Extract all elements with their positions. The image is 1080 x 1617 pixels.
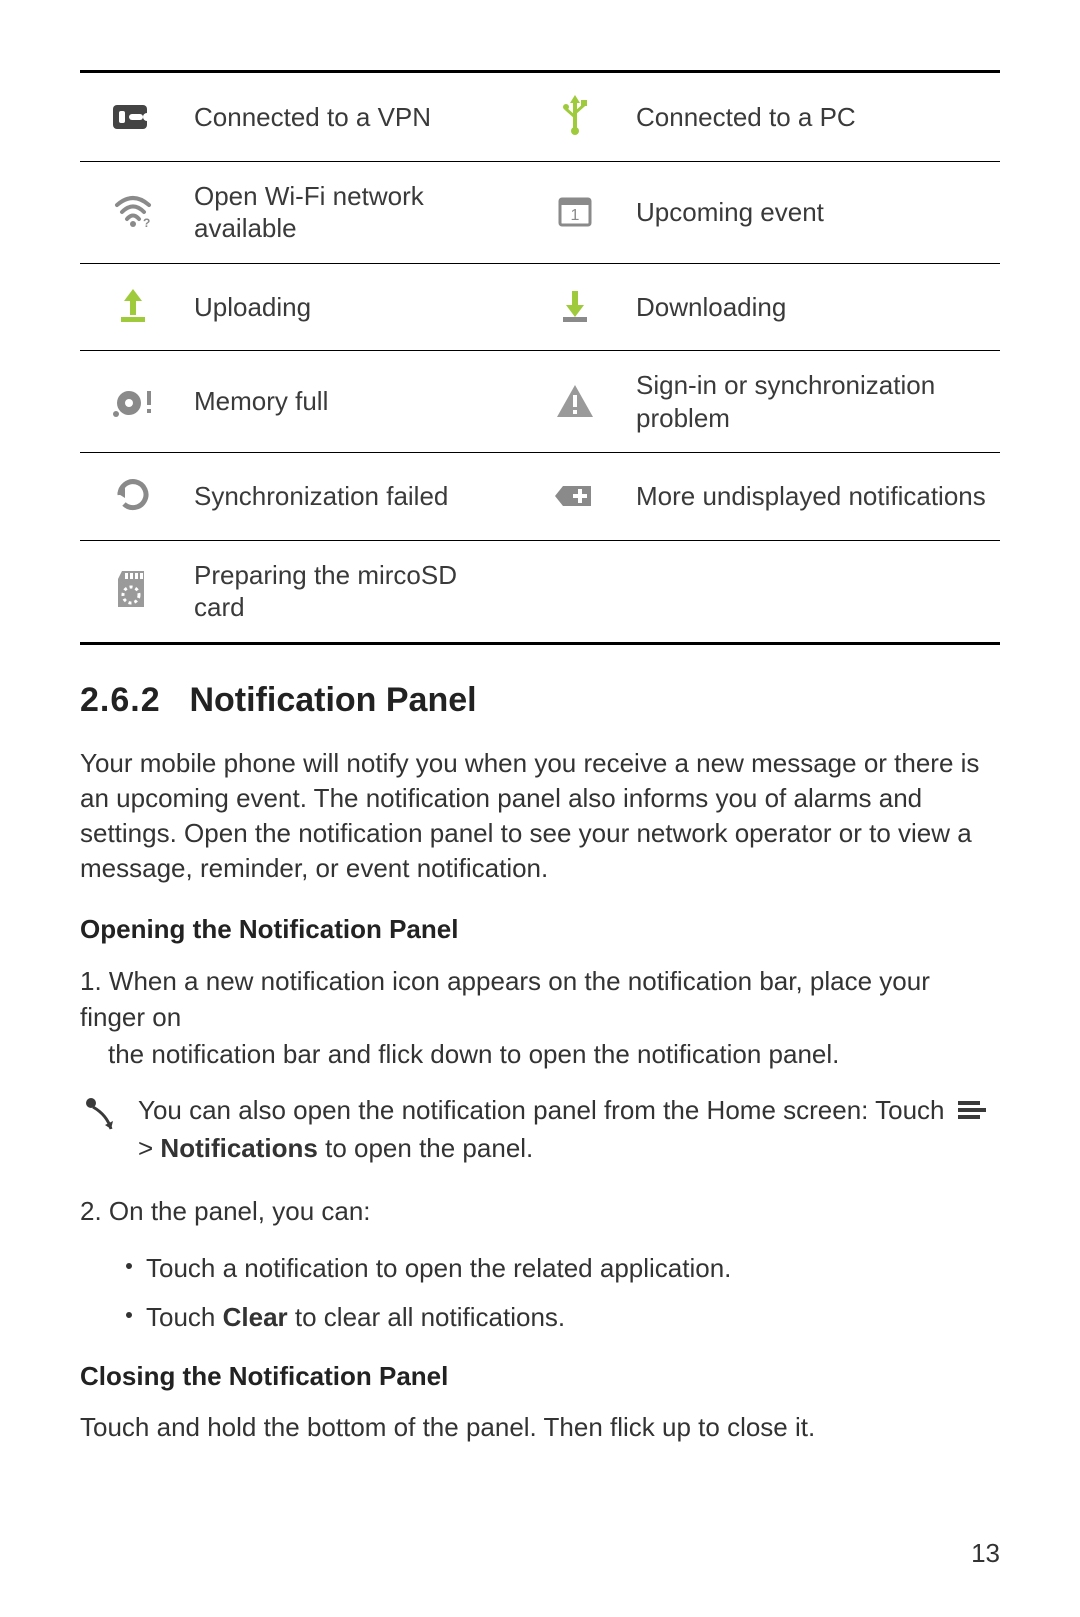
memory-full-icon <box>109 377 157 425</box>
table-row: Connected to a VPN Connected to a PC <box>80 72 1000 162</box>
download-icon <box>551 282 599 330</box>
closing-body: Touch and hold the bottom of the panel. … <box>80 1410 1000 1445</box>
calendar-event-icon: 1 <box>551 187 599 235</box>
bullet-dot-icon <box>126 1312 132 1318</box>
table-row: ? Open Wi-Fi network available 1 Upcomin… <box>80 161 1000 263</box>
warning-icon <box>551 377 599 425</box>
table-cell-label: Upcoming event <box>628 161 1000 263</box>
bullet-item: Touch Clear to clear all notifications. <box>126 1298 1000 1337</box>
vpn-icon <box>109 93 157 141</box>
table-cell-label: Uploading <box>186 263 522 351</box>
svg-text:1: 1 <box>571 207 580 224</box>
svg-text:?: ? <box>143 216 150 229</box>
table-cell-label: Synchronization failed <box>186 453 522 541</box>
note-text: You can also open the notification panel… <box>138 1092 1000 1167</box>
bullet-dot-icon <box>126 1263 132 1269</box>
table-row: Synchronization failed More undisplayed … <box>80 453 1000 541</box>
sd-prepare-icon <box>109 565 157 613</box>
section-title: Notification Panel <box>189 681 476 719</box>
sync-failed-icon <box>109 471 157 519</box>
upload-icon <box>109 282 157 330</box>
table-row: Uploading Downloading <box>80 263 1000 351</box>
table-cell-label: Preparing the mircoSD card <box>186 540 522 643</box>
usb-icon <box>551 91 599 139</box>
note-pointer-icon <box>80 1092 120 1134</box>
table-cell-label: Connected to a VPN <box>186 72 522 162</box>
page-number: 13 <box>971 1538 1000 1569</box>
notification-icons-table: Connected to a VPN Connected to a PC ? O… <box>80 70 1000 645</box>
more-notifications-icon <box>551 472 599 520</box>
closing-subhead: Closing the Notification Panel <box>80 1361 1000 1392</box>
table-cell-label: Memory full <box>186 351 522 453</box>
note-block: You can also open the notification panel… <box>80 1092 1000 1167</box>
table-row: Preparing the mircoSD card <box>80 540 1000 643</box>
menu-icon <box>958 1094 986 1130</box>
table-cell-label: Open Wi-Fi network available <box>186 161 522 263</box>
section-intro: Your mobile phone will notify you when y… <box>80 746 1000 886</box>
step-2: 2. On the panel, you can: <box>80 1193 1000 1229</box>
table-row: Memory full Sign-in or synchronization p… <box>80 351 1000 453</box>
table-cell-label: Downloading <box>628 263 1000 351</box>
wifi-open-icon: ? <box>109 188 157 236</box>
table-cell-label: Connected to a PC <box>628 72 1000 162</box>
section-heading: 2.6.2 Notification Panel <box>80 681 1000 720</box>
section-number: 2.6.2 <box>80 681 180 720</box>
opening-subhead: Opening the Notification Panel <box>80 914 1000 945</box>
table-cell-label: More undisplayed notifications <box>628 453 1000 541</box>
bullet-item: Touch a notification to open the related… <box>126 1249 1000 1288</box>
step-1: 1. When a new notification icon appears … <box>80 963 1000 1072</box>
table-cell-label: Sign-in or synchronization problem <box>628 351 1000 453</box>
